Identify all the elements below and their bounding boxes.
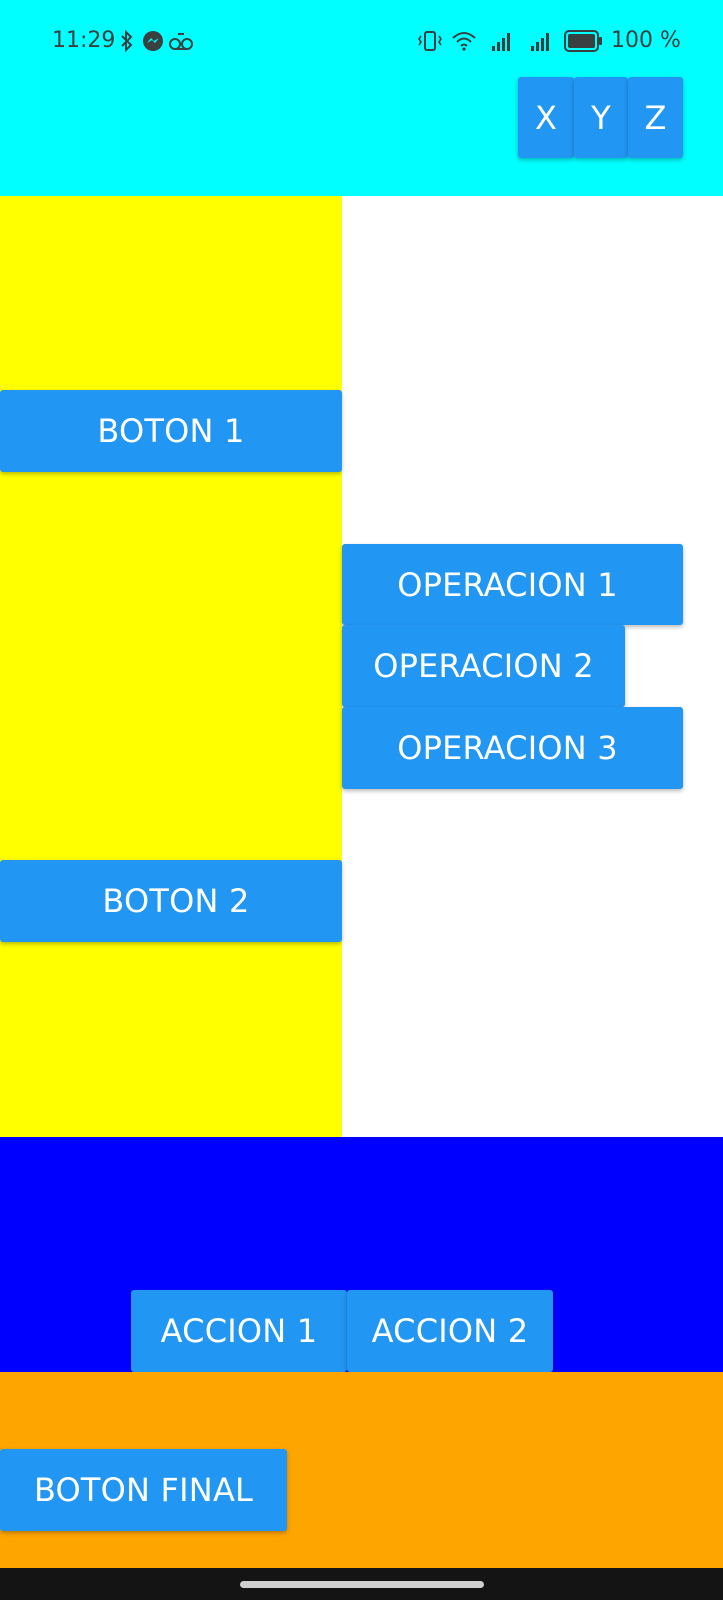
signal-icon [492,33,510,51]
wifi-icon [452,32,476,51]
battery-percentage: 100 % [611,28,681,53]
messenger-icon [143,31,163,51]
left-panel [0,196,342,1137]
boton-2-button[interactable]: BOTON 2 [0,860,342,942]
accion-1-button[interactable]: ACCION 1 [131,1290,347,1372]
z-button[interactable]: Z [628,77,683,158]
vibrate-icon [418,31,442,51]
accion-2-button[interactable]: ACCION 2 [347,1290,553,1372]
x-button[interactable]: X [518,77,574,158]
y-button[interactable]: Y [574,77,628,158]
boton-1-button[interactable]: BOTON 1 [0,390,342,472]
bluetooth-icon [121,30,133,52]
home-gesture-handle[interactable] [240,1581,484,1588]
battery-icon [564,30,602,52]
signal-icon [531,33,549,51]
operacion-2-button[interactable]: OPERACION 2 [342,625,625,707]
status-time: 11:29 [52,28,116,53]
boton-final-button[interactable]: BOTON FINAL [0,1449,287,1531]
operacion-3-button[interactable]: OPERACION 3 [342,707,683,789]
voicemail-icon [169,33,193,50]
operacion-1-button[interactable]: OPERACION 1 [342,544,683,625]
